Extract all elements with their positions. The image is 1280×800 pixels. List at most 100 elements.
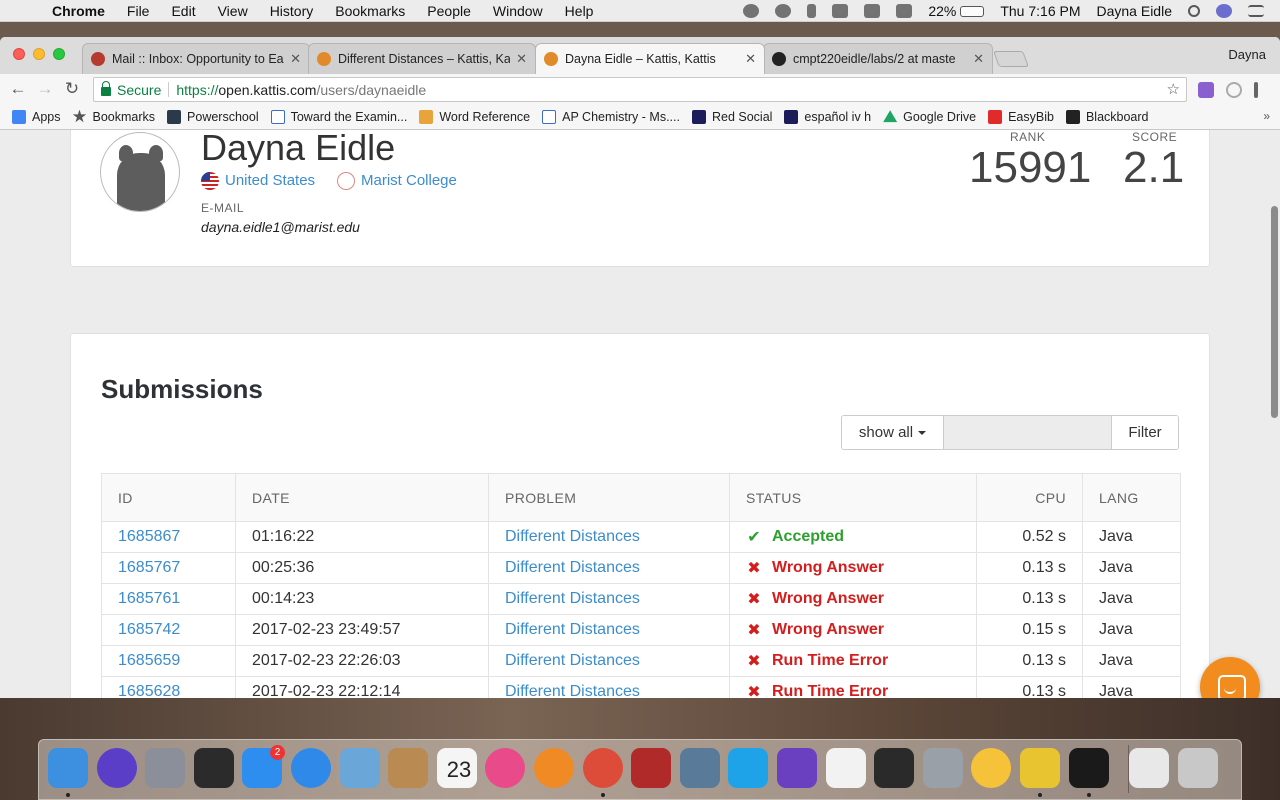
siri-menubar-icon[interactable] (1216, 4, 1232, 18)
new-tab-button[interactable] (993, 51, 1029, 67)
imovie-icon[interactable] (777, 748, 817, 788)
safari-icon[interactable] (291, 748, 331, 788)
notification-center-icon[interactable] (1248, 5, 1264, 17)
image-capture-icon[interactable] (679, 748, 720, 788)
airplay-icon[interactable] (864, 4, 881, 18)
submission-id-link[interactable]: 1685742 (118, 621, 180, 638)
bookmark-google-drive[interactable]: Google Drive (883, 110, 976, 124)
bookmark-espanol[interactable]: español iv h (784, 109, 871, 124)
tab-close-icon[interactable]: ✕ (973, 51, 984, 67)
bookmarks-overflow-icon[interactable]: » (1263, 109, 1270, 123)
textedit-icon[interactable] (825, 748, 866, 788)
problem-link[interactable]: Different Distances (505, 559, 640, 576)
bluetooth-icon[interactable] (807, 4, 817, 18)
submission-id-link[interactable]: 1685628 (118, 683, 180, 698)
cpu-time: 0.52 s (976, 521, 1083, 553)
bookmark-easybib[interactable]: EasyBib (988, 109, 1054, 124)
country-link[interactable]: United States (201, 172, 315, 191)
forward-arrow-icon[interactable]: → (36, 79, 54, 99)
filter-button[interactable]: Filter (1112, 416, 1178, 449)
tab-mail[interactable]: Mail :: Inbox: Opportunity to Ea ✕ (82, 43, 310, 74)
printer-icon[interactable] (874, 748, 915, 788)
menu-bookmarks[interactable]: Bookmarks (335, 3, 405, 19)
photo-booth-icon[interactable] (193, 748, 234, 788)
finder-icon[interactable] (48, 748, 88, 788)
contacts-icon[interactable] (388, 748, 429, 788)
bookmark-toward-the-exam[interactable]: Toward the Examin... (270, 109, 407, 124)
tab-close-icon[interactable]: ✕ (516, 51, 527, 67)
bookmark-ap-chemistry[interactable]: AP Chemistry - Ms.... (542, 109, 680, 124)
chrome-menu-icon[interactable] (1254, 82, 1258, 98)
launchpad-icon[interactable] (145, 748, 186, 788)
running-indicator (1086, 793, 1091, 797)
system-preferences-icon[interactable] (922, 748, 963, 788)
photo-booth-2-icon[interactable] (631, 748, 672, 788)
menu-edit[interactable]: Edit (171, 3, 195, 19)
problem-link[interactable]: Different Distances (505, 590, 640, 607)
preview-icon[interactable] (339, 748, 380, 788)
submission-id-link[interactable]: 1685867 (118, 528, 180, 545)
maximize-window-button[interactable] (53, 48, 65, 60)
trash-icon[interactable] (1177, 748, 1218, 788)
status-text: Wrong Answer (772, 559, 885, 576)
browser-window: Mail :: Inbox: Opportunity to Ea ✕ Diffe… (0, 37, 1280, 698)
filter-input[interactable] (944, 416, 1112, 449)
ibooks-icon[interactable] (534, 748, 574, 788)
bookmark-powerschool[interactable]: Powerschool (167, 109, 259, 124)
menu-people[interactable]: People (427, 3, 471, 19)
menu-file[interactable]: File (127, 3, 150, 19)
status-icon[interactable] (743, 4, 760, 18)
tab-close-icon[interactable]: ✕ (290, 51, 301, 67)
bookmark-bookmarks[interactable]: Bookmarks (72, 109, 155, 124)
reload-icon[interactable]: ↻ (63, 79, 81, 99)
running-indicator (1038, 793, 1042, 797)
battery-percent[interactable]: 22% (928, 3, 956, 19)
bookmark-apps[interactable]: Apps (12, 109, 61, 124)
menu-help[interactable]: Help (565, 3, 594, 19)
extension-icon[interactable] (1198, 82, 1214, 98)
tab-close-icon[interactable]: ✕ (745, 51, 756, 67)
problem-link[interactable]: Different Distances (505, 621, 640, 638)
menu-window[interactable]: Window (493, 3, 543, 19)
terminal-icon[interactable] (1068, 748, 1109, 788)
menubar-user[interactable]: Dayna Eidle (1097, 3, 1173, 19)
time-machine-icon[interactable] (775, 4, 792, 18)
tab-profile[interactable]: Dayna Eidle – Kattis, Kattis ✕ (535, 43, 765, 74)
bookmark-word-reference[interactable]: Word Reference (419, 109, 530, 124)
submission-id-link[interactable]: 1685767 (118, 559, 180, 576)
tab-different-distances[interactable]: Different Distances – Kattis, Ka ✕ (308, 43, 536, 74)
submission-id-link[interactable]: 1685761 (118, 590, 180, 607)
app-store-badge: 2 (270, 745, 285, 760)
wifi-icon[interactable] (832, 4, 849, 18)
university-link[interactable]: Marist College (337, 172, 457, 191)
bookmark-star-icon[interactable]: ☆ (1167, 80, 1180, 98)
downloads-stack-icon[interactable] (1129, 748, 1170, 788)
problem-link[interactable]: Different Distances (505, 528, 640, 545)
menu-history[interactable]: History (270, 3, 314, 19)
menu-app-name[interactable]: Chrome (52, 3, 105, 19)
submission-id-link[interactable]: 1685659 (118, 652, 180, 669)
problem-link[interactable]: Different Distances (505, 652, 640, 669)
cyberduck-icon[interactable] (1020, 748, 1060, 788)
address-bar[interactable]: Secure https:// open.kattis.com /users/d… (93, 77, 1187, 102)
profile-button[interactable]: Dayna (1228, 47, 1266, 62)
page-scrollbar[interactable] (1271, 206, 1278, 418)
show-all-dropdown[interactable]: show all (842, 416, 944, 449)
chrome-icon[interactable] (582, 748, 623, 788)
minimize-window-button[interactable] (33, 48, 45, 60)
back-arrow-icon[interactable]: ← (9, 79, 27, 99)
battery-icon[interactable] (960, 5, 985, 17)
volume-icon[interactable] (896, 4, 913, 18)
menu-view[interactable]: View (218, 3, 248, 19)
skype-icon[interactable] (728, 748, 769, 788)
menubar-clock[interactable]: Thu 7:16 PM (1000, 3, 1080, 19)
bookmark-red-social[interactable]: Red Social (691, 109, 772, 124)
siri-icon[interactable] (96, 748, 137, 788)
bookmark-blackboard[interactable]: Blackboard (1065, 109, 1149, 124)
problem-link[interactable]: Different Distances (505, 683, 640, 698)
close-window-button[interactable] (13, 48, 25, 60)
spotlight-icon[interactable] (1188, 5, 1200, 17)
mail-favicon-icon (91, 52, 105, 66)
extension-2-icon[interactable] (1226, 82, 1242, 98)
tab-github[interactable]: cmpt220eidle/labs/2 at maste ✕ (763, 43, 993, 74)
